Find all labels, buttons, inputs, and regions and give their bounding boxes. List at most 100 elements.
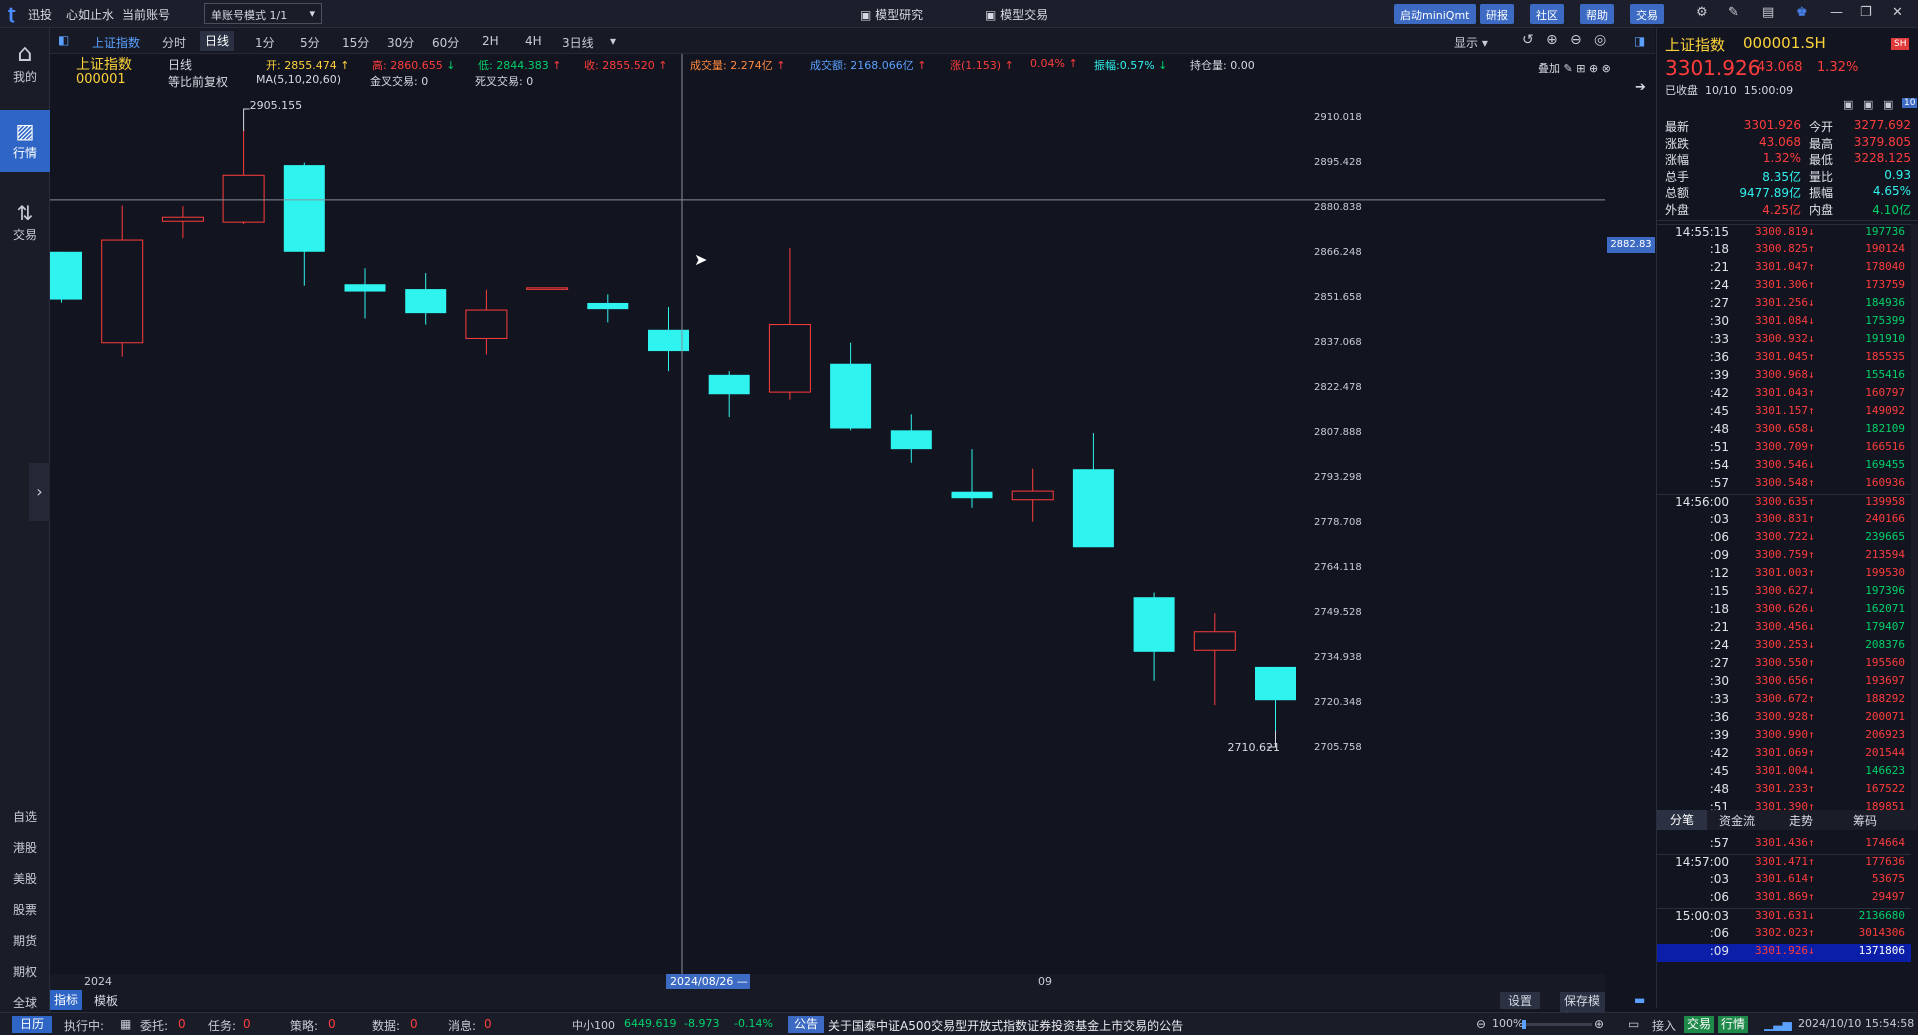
tick-row[interactable]: :51 3300.709↑ 166516 [1657,440,1911,458]
tick-row[interactable]: :15 3300.627↓ 197396 [1657,584,1911,602]
tick-row[interactable]: :30 3300.656↑ 193697 [1657,674,1911,692]
candle-body[interactable] [344,284,386,292]
more-periods-icon[interactable]: ▾ [610,34,616,48]
model-research-tab[interactable]: ▣ 模型研究 [860,6,923,23]
start-miniqmt-button[interactable]: 启动miniQmt [1394,4,1476,24]
tick-row[interactable]: :36 3300.928↑ 200071 [1657,710,1911,728]
tick-row[interactable]: :09 3301.926↓ 1371806 [1657,944,1911,962]
candle-body[interactable] [1133,597,1175,652]
tick-row[interactable]: :06 3302.023↑ 3014306 [1657,926,1911,944]
minimize-icon[interactable]: — [1830,5,1843,20]
level-icon[interactable]: ▣ [1883,98,1893,111]
lock-icon[interactable]: ▣ [1863,98,1873,111]
zoom-in-icon[interactable]: ⊕ [1594,1017,1604,1031]
candle-body[interactable] [1011,490,1054,501]
tick-row[interactable]: :24 3300.253↓ 208376 [1657,638,1911,656]
message-icon[interactable]: ▣ [1843,98,1853,111]
tab-ticks[interactable]: 分笔 [1657,810,1707,830]
settings-circle-icon[interactable]: ◎ [1594,32,1606,48]
tick-row[interactable]: :03 3301.614↑ 53675 [1657,872,1911,890]
period-tab-2h[interactable]: 2H [482,34,499,48]
period-tab-5m[interactable]: 5分 [300,34,320,51]
settings-button[interactable]: 设置 [1500,992,1541,1009]
restore-icon[interactable]: ❐ [1860,5,1872,20]
candle-body[interactable] [951,491,993,499]
zoom-out-icon[interactable]: ⊖ [1570,32,1582,48]
tick-row[interactable]: :39 3300.968↓ 155416 [1657,368,1911,386]
collapse-icon[interactable]: ▬ [1634,993,1645,1007]
tick-row[interactable]: :48 3301.233↑ 167522 [1657,782,1911,800]
tick-row[interactable]: :45 3301.004↓ 146623 [1657,764,1911,782]
candle-body[interactable] [526,287,569,290]
period-tab-daily[interactable]: 日线 [200,31,235,51]
community-button[interactable]: 社区 [1530,4,1564,24]
tick-row[interactable]: :39 3300.990↑ 206923 [1657,728,1911,746]
sidebar-item-hk[interactable]: 港股 [0,839,50,856]
shirt-icon[interactable]: ♚ [1796,5,1808,20]
period-tab-3d[interactable]: 3日线 [562,34,594,51]
tick-row[interactable]: :33 3300.672↑ 188292 [1657,692,1911,710]
candle-body[interactable] [830,363,872,429]
tick-row[interactable]: :54 3300.546↓ 169455 [1657,458,1911,476]
research-report-button[interactable]: 研报 [1480,4,1514,24]
tick-row[interactable]: :06 3301.869↑ 29497 [1657,890,1911,908]
period-tab-30m[interactable]: 30分 [387,34,414,51]
tick-row[interactable]: :12 3301.003↑ 199530 [1657,566,1911,584]
tick-row[interactable]: :18 3300.626↓ 162071 [1657,602,1911,620]
gear-icon[interactable]: ⚙ [1696,5,1708,20]
candle-body[interactable] [161,216,204,222]
tick-row[interactable]: :36 3301.045↑ 185535 [1657,350,1911,368]
candle-body[interactable] [465,309,508,339]
strategy-label[interactable]: 策略: [290,1017,318,1034]
tick-row[interactable]: :09 3300.759↑ 213594 [1657,548,1911,566]
app-name[interactable]: 迅投 [28,6,52,23]
sidebar-item-options[interactable]: 期权 [0,963,50,980]
tick-list[interactable]: 14:55:15 3300.819↓ 197736:18 3300.825↑ 19012… [1657,224,1918,962]
candle-body[interactable] [890,430,932,450]
tick-row[interactable]: :48 3300.658↓ 182109 [1657,422,1911,440]
period-tab-1m[interactable]: 1分 [255,34,275,51]
sidebar-toggle-icon[interactable]: ◧ [58,33,69,47]
candle-body[interactable] [708,374,750,395]
candle-body[interactable] [768,324,811,393]
task-label[interactable]: 任务: [208,1017,236,1034]
kline-chart[interactable]: 2910.018 2895.428 2880.838 2866.248 2851.658… [50,54,1605,974]
display-menu[interactable]: 显示 ▾ [1454,34,1488,51]
sidebar-item-market[interactable]: ▨ 行情 [0,110,50,172]
commission-label[interactable]: 委托: [140,1017,168,1034]
undo-icon[interactable]: ↺ [1522,32,1534,48]
candle-body[interactable] [405,289,447,314]
sidebar-item-trade[interactable]: ⇅ 交易 [0,200,50,262]
candle-body[interactable] [587,302,629,310]
candle-body[interactable] [101,239,144,344]
model-trade-tab[interactable]: ▣ 模型交易 [985,6,1048,23]
tick-row[interactable]: :18 3300.825↑ 190124 [1657,242,1911,260]
tick-row[interactable]: :27 3301.256↓ 184936 [1657,296,1911,314]
period-tab-60m[interactable]: 60分 [432,34,459,51]
candle-body[interactable] [222,174,265,223]
sidebar-item-stocks[interactable]: 股票 [0,901,50,918]
tick-row[interactable]: :42 3301.069↑ 201544 [1657,746,1911,764]
period-tab-intraday[interactable]: 分时 [162,34,186,51]
monitor-icon[interactable]: ▭ [1628,1017,1639,1031]
tick-row[interactable]: :06 3300.722↓ 239665 [1657,530,1911,548]
expand-panel-button[interactable]: › [29,463,50,521]
message-label[interactable]: 消息: [448,1017,476,1034]
candle-body[interactable] [283,165,325,252]
candle-body[interactable] [1072,469,1114,548]
close-icon[interactable]: ✕ [1892,5,1903,20]
tick-row[interactable]: 14:56:00 3300.635↑ 139958 [1657,494,1911,512]
sidebar-item-mine[interactable]: ⌂ 我的 [0,38,50,100]
trade-status-badge[interactable]: 交易 [1684,1016,1715,1033]
zoom-slider-thumb[interactable] [1522,1020,1526,1029]
tick-row[interactable]: :30 3301.084↓ 175399 [1657,314,1911,332]
tab-trend[interactable]: 走势 [1789,812,1813,829]
period-tab-4h[interactable]: 4H [525,34,542,48]
tick-row[interactable]: :57 3301.436↑ 174664 [1657,836,1911,854]
zoom-slider[interactable] [1522,1020,1592,1029]
account-mode-select[interactable]: 单账号模式 1/1 ▾ [204,3,322,24]
tick-row[interactable]: :57 3300.548↑ 160936 [1657,476,1911,494]
edit-icon[interactable]: ✎ [1728,5,1739,20]
menu-xinrushishui[interactable]: 心如止水 [66,6,114,23]
tick-row[interactable]: :33 3300.932↓ 191910 [1657,332,1911,350]
